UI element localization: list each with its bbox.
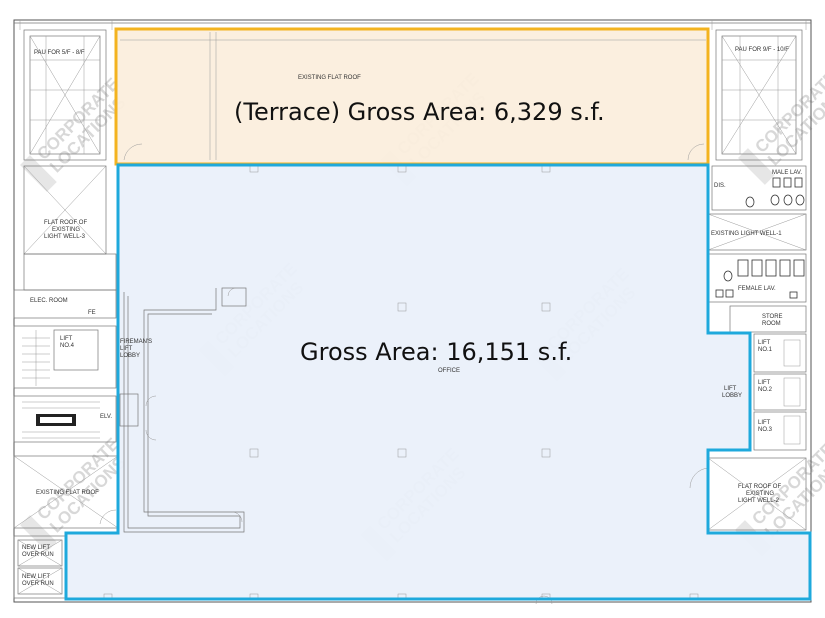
new-lift-1-label-1: NEW LIFT [22, 545, 50, 551]
light-well-1-label: EXISTING LIGHT WELL-1 [711, 231, 782, 237]
office-gross-area: Gross Area: 16,151 s.f. [300, 338, 572, 366]
new-lift-2-label-1: NEW LIFT [22, 574, 50, 580]
lift-3-label-1: LIFT [758, 420, 771, 426]
store-room-label-2: ROOM [762, 321, 781, 327]
firemans-lobby-label-3: LOBBY [120, 353, 140, 359]
elec-room-label: ELEC. ROOM [30, 298, 68, 304]
new-lift-2-label-2: OVER RUN [22, 581, 54, 587]
corridor-outline [706, 190, 714, 335]
lift-1-label-2: NO.1 [758, 347, 773, 353]
light-well-3-label-1: FLAT ROOF OF [44, 220, 87, 226]
light-well-3-label-2: EXISTING [52, 227, 80, 233]
lift-lobby-label-2: LOBBY [722, 393, 742, 399]
terrace-roof-label: EXISTING FLAT ROOF [298, 75, 361, 81]
terrace-area-fill [116, 29, 708, 164]
male-lav-label: MALE LAV. [772, 170, 802, 176]
lift-1-label-1: LIFT [758, 340, 771, 346]
office-area-fill [66, 165, 810, 599]
light-well-2-label-3: LIGHT WELL-2 [738, 498, 780, 504]
firemans-lobby-label-2: LIFT [120, 346, 133, 352]
lift-lobby-label-1: LIFT [724, 386, 737, 392]
elv-label: ELV. [100, 414, 112, 420]
female-lav-label: FEMALE LAV. [738, 286, 776, 292]
lift-3-label-2: NO.3 [758, 427, 773, 433]
new-lift-1-label-2: OVER RUN [22, 552, 54, 558]
lift-2-label-2: NO.2 [758, 387, 773, 393]
lift-4-label-1: LIFT [60, 336, 73, 342]
floor-plan: CORPORATE LOCATIONS CORPORATE LOCATIONS … [13, 19, 825, 605]
lift-2-label-1: LIFT [758, 380, 771, 386]
dis-label: DIS. [714, 183, 726, 189]
fe-label: FE [88, 310, 96, 316]
terrace-gross-area: (Terrace) Gross Area: 6,329 s.f. [234, 98, 605, 126]
store-room-label-1: STORE [762, 314, 783, 320]
existing-flat-roof-label: EXISTING FLAT ROOF [36, 490, 99, 496]
office-room-label: OFFICE [438, 368, 460, 374]
pau-right-label: PAU FOR 9/F - 10/F [735, 47, 789, 53]
firemans-lobby-label-1: FIREMAN'S [120, 339, 152, 345]
pau-left-label: PAU FOR 5/F - 8/F [34, 50, 85, 56]
light-well-3-label-3: LIGHT WELL-3 [44, 234, 86, 240]
light-well-2-label-1: FLAT ROOF OF [738, 484, 781, 490]
light-well-2-label-2: EXISTING [746, 491, 774, 497]
lift-4-label-2: NO.4 [60, 343, 75, 349]
